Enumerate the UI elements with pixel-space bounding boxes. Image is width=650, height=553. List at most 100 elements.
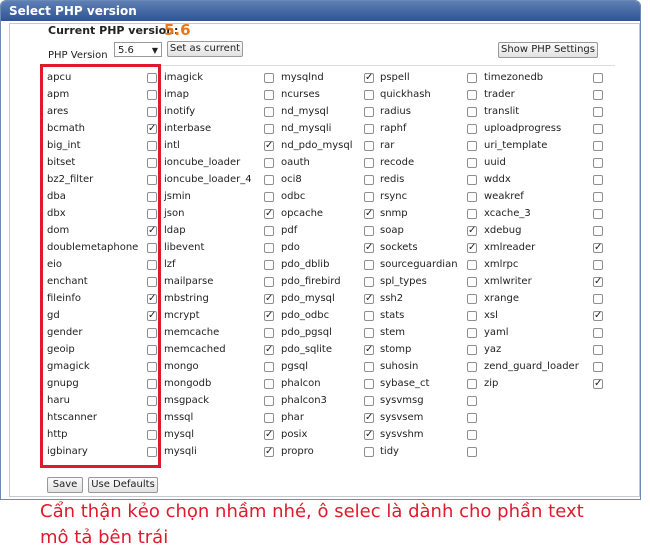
extension-checkbox[interactable] [264,90,274,100]
extension-checkbox[interactable] [467,124,477,134]
extension-checkbox[interactable]: ✓ [264,209,274,219]
extension-checkbox[interactable]: ✓ [593,243,603,253]
extension-checkbox[interactable] [264,124,274,134]
extension-label: spl_types [380,276,427,287]
extension-checkbox[interactable] [467,158,477,168]
extension-checkbox[interactable]: ✓ [364,294,374,304]
extension-checkbox[interactable] [364,175,374,185]
extension-checkbox[interactable] [264,73,274,83]
extension-checkbox[interactable] [264,379,274,389]
extension-checkbox[interactable]: ✓ [364,345,374,355]
extension-checkbox[interactable] [467,209,477,219]
extension-checkbox[interactable] [467,362,477,372]
extension-checkbox[interactable] [593,345,603,355]
extension-checkbox[interactable] [264,243,274,253]
extension-checkbox[interactable] [364,226,374,236]
extension-checkbox[interactable]: ✓ [264,311,274,321]
extension-checkbox[interactable] [467,260,477,270]
extension-checkbox[interactable] [364,107,374,117]
extension-checkbox[interactable]: ✓ [467,226,477,236]
extension-checkbox[interactable] [467,396,477,406]
extension-checkbox[interactable] [593,107,603,117]
extension-checkbox[interactable]: ✓ [593,379,603,389]
extension-checkbox[interactable] [467,345,477,355]
extension-checkbox[interactable] [467,73,477,83]
extension-checkbox[interactable] [364,379,374,389]
extension-checkbox[interactable] [467,277,477,287]
extension-checkbox[interactable] [467,141,477,151]
extension-label: imagick [164,72,204,83]
extension-checkbox[interactable] [364,124,374,134]
extension-checkbox[interactable] [264,260,274,270]
extension-checkbox[interactable] [364,396,374,406]
extension-checkbox[interactable] [364,158,374,168]
extension-checkbox[interactable] [593,226,603,236]
extension-checkbox[interactable] [264,362,274,372]
extension-checkbox[interactable] [364,90,374,100]
extension-checkbox[interactable]: ✓ [593,277,603,287]
extension-checkbox[interactable] [593,90,603,100]
extension-checkbox[interactable] [364,141,374,151]
extension-checkbox[interactable] [264,192,274,202]
extension-checkbox[interactable] [467,447,477,457]
extension-checkbox[interactable] [593,124,603,134]
use-defaults-button[interactable]: Use Defaults [88,477,158,493]
extension-checkbox[interactable] [467,175,477,185]
extension-checkbox[interactable]: ✓ [364,209,374,219]
extension-checkbox[interactable] [467,90,477,100]
show-php-settings-button[interactable]: Show PHP Settings [498,42,598,58]
extension-checkbox[interactable]: ✓ [364,243,374,253]
extension-checkbox[interactable]: ✓ [264,294,274,304]
extension-checkbox[interactable]: ✓ [364,413,374,423]
extension-checkbox[interactable] [364,260,374,270]
extension-checkbox[interactable]: ✓ [264,430,274,440]
extension-checkbox[interactable] [467,107,477,117]
extension-checkbox[interactable] [364,192,374,202]
extension-checkbox[interactable] [593,294,603,304]
extension-checkbox[interactable] [593,362,603,372]
extension-checkbox[interactable] [364,328,374,338]
extension-checkbox[interactable] [593,175,603,185]
extension-checkbox[interactable] [593,192,603,202]
extension-checkbox[interactable]: ✓ [264,141,274,151]
extension-checkbox[interactable]: ✓ [467,243,477,253]
extension-checkbox[interactable] [467,294,477,304]
extension-checkbox[interactable]: ✓ [264,447,274,457]
set-as-current-button[interactable]: Set as current [167,41,243,57]
extension-checkbox[interactable] [364,447,374,457]
extension-label: opcache [281,208,324,219]
extension-checkbox[interactable]: ✓ [264,345,274,355]
extension-checkbox[interactable] [264,175,274,185]
extension-checkbox[interactable] [364,311,374,321]
extension-checkbox[interactable]: ✓ [364,430,374,440]
extension-checkbox[interactable] [593,209,603,219]
extension-checkbox[interactable] [467,311,477,321]
extension-checkbox[interactable]: ✓ [593,311,603,321]
extension-checkbox[interactable] [593,141,603,151]
current-version-value: 5.6 [164,21,191,39]
extension-checkbox[interactable] [593,158,603,168]
extension-checkbox[interactable] [467,379,477,389]
extension-label: stomp [380,344,412,355]
extension-checkbox[interactable] [264,158,274,168]
extension-checkbox[interactable] [593,73,603,83]
extension-checkbox[interactable] [364,362,374,372]
extension-checkbox[interactable] [467,413,477,423]
save-button[interactable]: Save [47,477,83,493]
extension-checkbox[interactable] [264,277,274,287]
extension-checkbox[interactable] [593,260,603,270]
extension-checkbox[interactable] [593,328,603,338]
php-version-select[interactable]: 5.6 ▼ [114,42,162,57]
extension-checkbox[interactable] [264,226,274,236]
checkmark-icon: ✓ [365,429,374,440]
extension-checkbox[interactable]: ✓ [364,73,374,83]
extension-checkbox[interactable] [264,328,274,338]
extension-checkbox[interactable] [264,413,274,423]
extension-checkbox[interactable] [467,192,477,202]
highlight-annotation-box [40,64,161,468]
extension-checkbox[interactable] [264,396,274,406]
extension-checkbox[interactable] [364,277,374,287]
extension-checkbox[interactable] [264,107,274,117]
extension-checkbox[interactable] [467,328,477,338]
extension-checkbox[interactable] [467,430,477,440]
